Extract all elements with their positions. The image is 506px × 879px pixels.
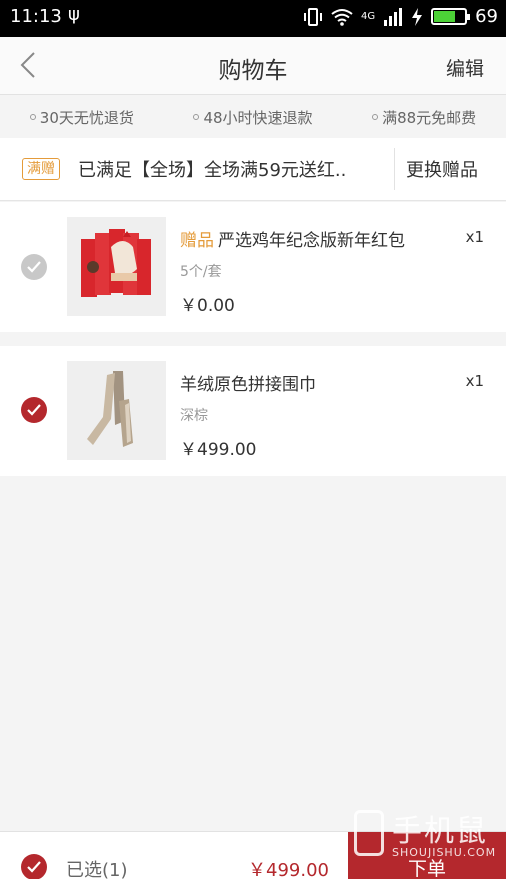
- item-name-row[interactable]: 羊绒原色拼接围巾: [180, 370, 316, 395]
- battery-level-text: 69: [475, 6, 498, 27]
- gift-tag: 满赠: [22, 158, 60, 180]
- checkmark-icon: [27, 861, 41, 873]
- gift-promo-text: 已满足【全场】全场满59元送红..: [78, 160, 347, 181]
- selected-count-label: 已选(1): [66, 860, 128, 879]
- edit-button[interactable]: 编辑: [446, 54, 484, 81]
- battery-fill: [434, 11, 455, 22]
- item-spec: 深棕: [180, 408, 208, 424]
- promise-item: 30天无忧退货: [29, 107, 134, 128]
- page-title: 购物车: [218, 58, 288, 84]
- service-promises: 30天无忧退货 48小时快速退款 满88元免邮费: [0, 96, 506, 138]
- item-checkbox[interactable]: [21, 397, 47, 423]
- divider: [394, 148, 395, 190]
- item-info: 赠品 严选鸡年纪念版新年红包 5个/套 ￥0.00: [180, 226, 405, 316]
- change-gift-button[interactable]: 更换赠品: [406, 156, 478, 182]
- charging-icon: [412, 7, 423, 26]
- red-envelope-image: [67, 217, 166, 316]
- status-icons: 4G 69: [303, 6, 498, 27]
- promise-label: 30天无忧退货: [39, 108, 134, 127]
- item-price: ￥0.00: [180, 296, 235, 316]
- item-checkbox[interactable]: [21, 254, 47, 280]
- promise-label: 满88元免邮费: [382, 108, 477, 127]
- signal-icon: [384, 7, 403, 26]
- promise-label: 48小时快速退款: [203, 108, 313, 127]
- usb-icon: ψ: [68, 4, 80, 25]
- phone-outline-icon: [354, 810, 384, 856]
- item-name-row[interactable]: 赠品 严选鸡年纪念版新年红包: [180, 226, 405, 251]
- watermark-logo: 手机鼠 SHOUJISHU.COM: [352, 806, 502, 866]
- bullet-icon: [372, 114, 379, 120]
- item-spec: 5个/套: [180, 264, 222, 280]
- bullet-icon: [29, 114, 36, 120]
- item-quantity: x1: [465, 372, 484, 390]
- cart-item[interactable]: 羊绒原色拼接围巾 深棕 ￥499.00 x1: [0, 346, 506, 476]
- gift-badge: 赠品: [180, 231, 214, 251]
- total-price: ￥499.00: [248, 860, 329, 879]
- item-price: ￥499.00: [180, 440, 257, 460]
- network-type-label: 4G: [360, 11, 376, 22]
- watermark-text: 手机鼠: [392, 814, 488, 849]
- select-all-checkbox[interactable]: [21, 854, 47, 879]
- vibrate-icon: [303, 7, 322, 26]
- promise-item: 满88元免邮费: [372, 107, 476, 128]
- checkmark-icon: [27, 261, 41, 273]
- wifi-icon: [331, 8, 353, 26]
- status-time: 11:13: [10, 6, 62, 27]
- scarf-image: [67, 361, 166, 460]
- item-info: 羊绒原色拼接围巾 深棕 ￥499.00: [180, 370, 316, 460]
- watermark-url: SHOUJISHU.COM: [392, 846, 497, 859]
- item-quantity: x1: [465, 228, 484, 246]
- battery-icon: [431, 8, 471, 25]
- promise-item: 48小时快速退款: [193, 107, 313, 128]
- product-image[interactable]: [67, 361, 166, 460]
- item-name: 羊绒原色拼接围巾: [180, 375, 316, 395]
- gift-promo-bar: 满赠 已满足【全场】全场满59元送红.. 更换赠品: [0, 138, 506, 201]
- cart-item[interactable]: 赠品 严选鸡年纪念版新年红包 5个/套 ￥0.00 x1: [0, 202, 506, 332]
- product-image[interactable]: [67, 217, 166, 316]
- checkmark-icon: [27, 404, 41, 416]
- bullet-icon: [193, 114, 200, 120]
- item-name: 严选鸡年纪念版新年红包: [218, 231, 405, 251]
- status-bar: 11:13 ψ 4G 69: [0, 0, 506, 37]
- nav-bar: 购物车 编辑: [0, 37, 506, 95]
